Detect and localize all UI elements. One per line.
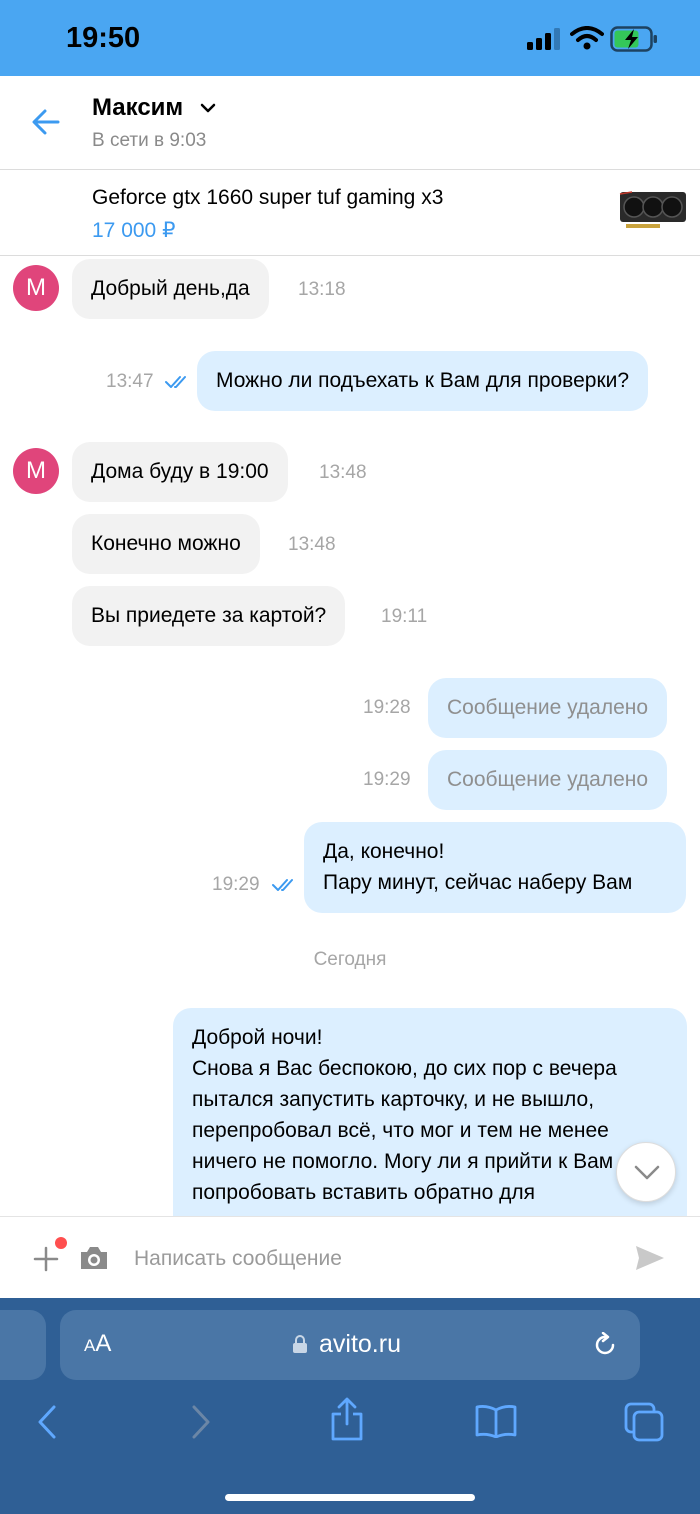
- listing-title[interactable]: Geforce gtx 1660 super tuf gaming x3: [92, 186, 443, 210]
- double-check-icon: [165, 376, 186, 388]
- message-text: Доброй ночи! Снова я Вас беспокою, до си…: [192, 1026, 631, 1204]
- back-arrow-icon[interactable]: [30, 106, 62, 138]
- plus-icon[interactable]: [32, 1245, 60, 1273]
- message-list[interactable]: М Добрый день,да 13:18 13:47 Можно ли по…: [0, 256, 700, 1216]
- contact-status: В сети в 9:03: [92, 130, 207, 151]
- message-time: 13:48: [288, 534, 336, 555]
- message-bubble-incoming[interactable]: Вы приедете за картой?: [72, 586, 346, 646]
- message-time: 19:29: [212, 874, 260, 895]
- contact-name[interactable]: Максим: [92, 94, 183, 122]
- double-check-icon: [272, 879, 293, 891]
- reload-icon[interactable]: [592, 1332, 618, 1358]
- chat-header: Максим В сети в 9:03: [0, 76, 700, 170]
- signal-icon: [527, 28, 560, 50]
- address-bar[interactable]: AA avito.ru: [60, 1310, 640, 1380]
- safari-back-icon[interactable]: [36, 1404, 58, 1440]
- avatar[interactable]: М: [13, 265, 59, 311]
- message-time: 13:48: [319, 462, 367, 483]
- avatar[interactable]: М: [13, 448, 59, 494]
- message-bubble-outgoing[interactable]: Доброй ночи! Снова я Вас беспокою, до си…: [173, 1008, 687, 1216]
- listing-price: 17 000 ₽: [92, 219, 176, 242]
- status-time: 19:50: [66, 22, 141, 54]
- status-bar: 19:50: [0, 0, 700, 76]
- home-indicator: [225, 1494, 475, 1501]
- reader-options-button[interactable]: AA: [84, 1330, 111, 1358]
- scroll-down-button[interactable]: [616, 1142, 676, 1202]
- message-bubble-incoming[interactable]: Дома буду в 19:00: [72, 442, 288, 502]
- chevron-down-icon: [634, 1165, 660, 1180]
- message-bubble-outgoing[interactable]: Да, конечно! Пару минут, сейчас наберу В…: [304, 822, 686, 913]
- notification-dot: [55, 1237, 67, 1249]
- browser-toolbar: AA avito.ru: [0, 1298, 700, 1514]
- message-bubble-deleted[interactable]: Сообщение удалено: [428, 678, 668, 738]
- message-time: 19:28: [363, 697, 411, 718]
- safari-forward-icon[interactable]: [190, 1404, 212, 1440]
- listing-thumbnail[interactable]: [618, 188, 688, 232]
- share-icon[interactable]: [329, 1396, 365, 1442]
- message-bubble-incoming[interactable]: Конечно можно: [72, 514, 260, 574]
- camera-icon[interactable]: [78, 1244, 110, 1272]
- tabs-icon[interactable]: [624, 1402, 664, 1442]
- message-time: 19:29: [363, 769, 411, 790]
- previous-tab-edge[interactable]: [0, 1310, 46, 1380]
- message-time: 19:11: [381, 606, 428, 627]
- listing-bar[interactable]: Geforce gtx 1660 super tuf gaming x3 17 …: [0, 170, 700, 256]
- day-separator: Сегодня: [313, 949, 387, 970]
- aa-large-letter: A: [95, 1330, 112, 1357]
- message-input[interactable]: [134, 1241, 594, 1277]
- send-icon[interactable]: [634, 1243, 666, 1273]
- message-time: 13:18: [298, 279, 346, 300]
- aa-small-letter: A: [84, 1336, 96, 1355]
- url-text[interactable]: avito.ru: [319, 1330, 401, 1359]
- message-time: 13:47: [106, 371, 154, 392]
- message-bubble-outgoing[interactable]: Можно ли подъехать к Вам для проверки?: [197, 351, 649, 411]
- lock-icon: [293, 1335, 307, 1353]
- message-composer: [0, 1216, 700, 1298]
- battery-icon: [610, 26, 657, 52]
- message-bubble-incoming[interactable]: Добрый день,да: [72, 259, 269, 319]
- chevron-down-icon[interactable]: [200, 102, 216, 114]
- message-bubble-deleted[interactable]: Сообщение удалено: [428, 750, 668, 810]
- bookmarks-icon[interactable]: [475, 1404, 517, 1438]
- wifi-icon: [570, 26, 604, 50]
